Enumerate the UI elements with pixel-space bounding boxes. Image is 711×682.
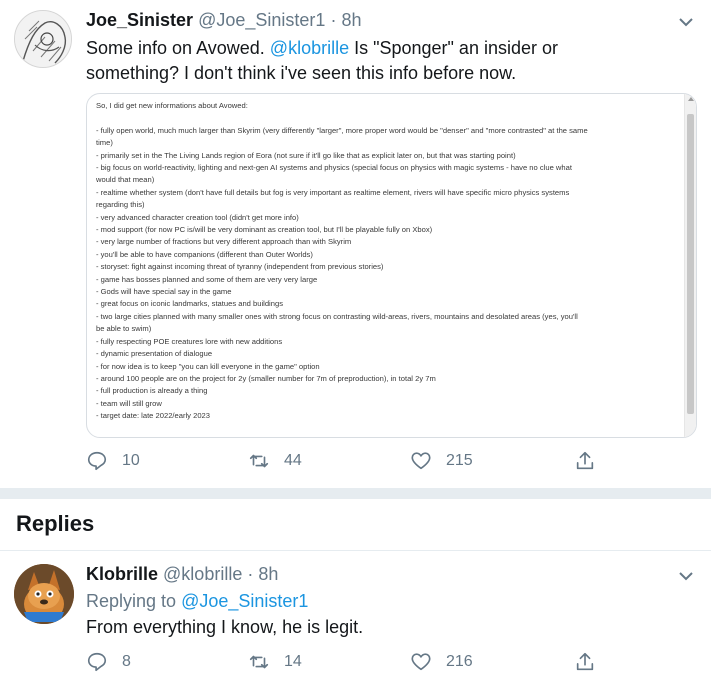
replies-header: Replies — [0, 499, 711, 551]
retweet-icon — [249, 655, 269, 669]
image-text-line: - Gods will have special say in the game — [96, 287, 232, 297]
image-text-line: - two large cities planned with many sma… — [96, 311, 578, 321]
image-text-line: - primarily set in the The Living Lands … — [96, 150, 516, 160]
reply-button[interactable]: 10 — [86, 450, 140, 472]
mention-link[interactable]: @klobrille — [270, 38, 349, 58]
image-text-line: regarding this) — [96, 200, 145, 210]
image-text: So, I did get new informations about Avo… — [96, 100, 678, 437]
separator-dot: · — [247, 564, 254, 584]
image-text-line: - around 100 people are on the project f… — [96, 373, 436, 383]
share-button[interactable] — [574, 450, 610, 472]
main-tweet[interactable]: Joe_Sinister @Joe_Sinister1 · 8h Some in… — [0, 0, 711, 488]
reply-count: 8 — [122, 653, 131, 670]
heart-icon — [411, 653, 431, 671]
retweet-count: 14 — [284, 653, 302, 670]
reply-actions: 8 14 216 — [86, 651, 606, 675]
image-text-line: So, I did get new informations about Avo… — [96, 101, 248, 110]
image-text-line: be able to swim) — [96, 324, 152, 334]
image-text-line: - for now idea is to keep "you can kill … — [96, 361, 320, 371]
image-text-line: - very large number of fractions but ver… — [96, 237, 352, 247]
author-name[interactable]: Joe_Sinister — [86, 10, 193, 30]
reply-text: From everything I know, he is legit. — [86, 617, 364, 637]
share-icon — [576, 451, 594, 470]
image-text-line: - dynamic presentation of dialogue — [96, 349, 213, 359]
image-text-line: - storyset: fight against incoming threa… — [96, 262, 384, 272]
user-avatar-cartoon-icon — [14, 564, 74, 624]
replying-to: Replying to @Joe_Sinister1 — [86, 591, 308, 612]
tweet-header: Joe_Sinister @Joe_Sinister1 · 8h — [86, 10, 361, 31]
image-text-line: would that mean) — [96, 175, 155, 185]
retweet-button[interactable]: 14 — [248, 651, 302, 673]
reply-author-name[interactable]: Klobrille — [86, 564, 158, 584]
image-text-line: - you'll be able to have companions (dif… — [96, 249, 313, 259]
reply-button[interactable]: 8 — [86, 651, 131, 673]
image-text-line: time) — [96, 138, 113, 148]
attached-image[interactable]: So, I did get new informations about Avo… — [86, 93, 697, 438]
scroll-thumb[interactable] — [687, 114, 694, 414]
image-text-line: - game has bosses planned and some of th… — [96, 274, 318, 284]
retweet-icon — [249, 454, 269, 468]
image-text-line: - fully respecting POE creatures lore wi… — [96, 336, 283, 346]
reply-avatar[interactable] — [14, 564, 74, 624]
chevron-down-icon[interactable] — [677, 567, 695, 585]
replies-heading: Replies — [16, 511, 95, 536]
scrollbar[interactable] — [684, 94, 696, 437]
chevron-down-icon[interactable] — [677, 13, 695, 31]
reply-count: 10 — [122, 452, 140, 469]
replying-to-link[interactable]: @Joe_Sinister1 — [181, 591, 308, 611]
like-button[interactable]: 215 — [410, 450, 473, 472]
retweet-count: 44 — [284, 452, 302, 469]
like-button[interactable]: 216 — [410, 651, 473, 673]
image-text-line: - full production is already a thing — [96, 386, 208, 396]
scroll-up-arrow-icon[interactable] — [688, 97, 694, 101]
heart-icon — [411, 452, 431, 470]
timestamp[interactable]: 8h — [341, 10, 361, 30]
like-count: 215 — [446, 452, 473, 469]
reply-header: Klobrille @klobrille · 8h — [86, 564, 278, 585]
reply-icon — [87, 652, 107, 672]
retweet-button[interactable]: 44 — [248, 450, 302, 472]
image-text-line: - mod support (for now PC is/will be ver… — [96, 225, 433, 235]
image-text-line: - target date: late 2022/early 2023 — [96, 411, 210, 421]
reply-icon — [87, 451, 107, 471]
separator-dot: · — [330, 10, 337, 30]
user-avatar-sketch-icon — [15, 11, 71, 67]
image-text-line: - fully open world, much much larger tha… — [96, 125, 588, 135]
author-handle[interactable]: @Joe_Sinister1 — [198, 10, 325, 30]
like-count: 216 — [446, 653, 473, 670]
image-text-line: - realtime whether system (don't have fu… — [96, 187, 570, 197]
section-divider — [0, 488, 711, 499]
replying-prefix: Replying to — [86, 591, 182, 611]
share-button[interactable] — [574, 651, 610, 673]
reply-timestamp[interactable]: 8h — [258, 564, 278, 584]
tweet-actions: 10 44 215 — [86, 450, 606, 474]
image-text-line: - big focus on world-reactivity, lightin… — [96, 163, 572, 173]
image-text-line: - very advanced character creation tool … — [96, 212, 299, 222]
reply-author-handle[interactable]: @klobrille — [163, 564, 242, 584]
share-icon — [576, 652, 594, 671]
tweet-text: Some info on Avowed. @klobrille Is "Spon… — [86, 36, 646, 86]
image-text-line: - great focus on iconic landmarks, statu… — [96, 299, 283, 309]
tweet-text-start: Some info on Avowed. — [86, 38, 270, 58]
image-text-line: Keep in mind that some parts of this can… — [96, 435, 678, 437]
image-text-line: - team will still grow — [96, 398, 162, 408]
avatar[interactable] — [14, 10, 72, 68]
